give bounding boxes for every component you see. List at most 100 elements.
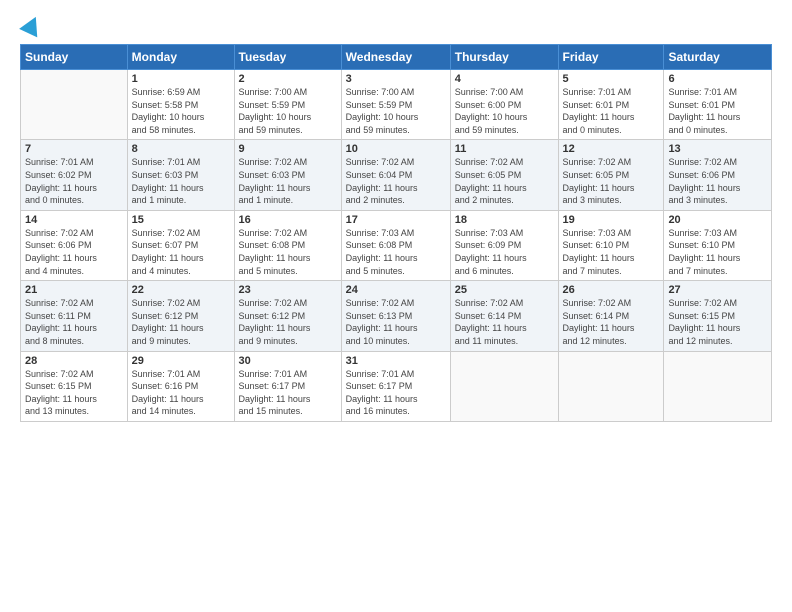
calendar-week-row: 1Sunrise: 6:59 AM Sunset: 5:58 PM Daylig… — [21, 70, 772, 140]
calendar-header-saturday: Saturday — [664, 45, 772, 70]
day-number: 9 — [239, 143, 337, 155]
table-row: 3Sunrise: 7:00 AM Sunset: 5:59 PM Daylig… — [341, 70, 450, 140]
table-row: 10Sunrise: 7:02 AM Sunset: 6:04 PM Dayli… — [341, 140, 450, 210]
table-row: 18Sunrise: 7:03 AM Sunset: 6:09 PM Dayli… — [450, 210, 558, 280]
day-info: Sunrise: 7:00 AM Sunset: 5:59 PM Dayligh… — [239, 86, 337, 136]
day-number: 23 — [239, 284, 337, 296]
day-number: 21 — [25, 284, 123, 296]
day-number: 25 — [455, 284, 554, 296]
day-number: 16 — [239, 214, 337, 226]
table-row: 13Sunrise: 7:02 AM Sunset: 6:06 PM Dayli… — [664, 140, 772, 210]
day-info: Sunrise: 7:00 AM Sunset: 6:00 PM Dayligh… — [455, 86, 554, 136]
table-row: 25Sunrise: 7:02 AM Sunset: 6:14 PM Dayli… — [450, 281, 558, 351]
day-info: Sunrise: 7:01 AM Sunset: 6:01 PM Dayligh… — [668, 86, 767, 136]
table-row: 6Sunrise: 7:01 AM Sunset: 6:01 PM Daylig… — [664, 70, 772, 140]
day-info: Sunrise: 7:02 AM Sunset: 6:05 PM Dayligh… — [563, 156, 660, 206]
table-row: 14Sunrise: 7:02 AM Sunset: 6:06 PM Dayli… — [21, 210, 128, 280]
day-number: 28 — [25, 355, 123, 367]
table-row: 8Sunrise: 7:01 AM Sunset: 6:03 PM Daylig… — [127, 140, 234, 210]
day-number: 19 — [563, 214, 660, 226]
day-number: 22 — [132, 284, 230, 296]
day-info: Sunrise: 7:01 AM Sunset: 6:16 PM Dayligh… — [132, 368, 230, 418]
day-number: 27 — [668, 284, 767, 296]
day-number: 3 — [346, 73, 446, 85]
day-info: Sunrise: 7:01 AM Sunset: 6:17 PM Dayligh… — [346, 368, 446, 418]
day-info: Sunrise: 7:02 AM Sunset: 6:14 PM Dayligh… — [455, 297, 554, 347]
table-row: 19Sunrise: 7:03 AM Sunset: 6:10 PM Dayli… — [558, 210, 664, 280]
day-info: Sunrise: 7:02 AM Sunset: 6:15 PM Dayligh… — [668, 297, 767, 347]
calendar-header-friday: Friday — [558, 45, 664, 70]
table-row: 2Sunrise: 7:00 AM Sunset: 5:59 PM Daylig… — [234, 70, 341, 140]
table-row — [21, 70, 128, 140]
table-row: 24Sunrise: 7:02 AM Sunset: 6:13 PM Dayli… — [341, 281, 450, 351]
day-number: 31 — [346, 355, 446, 367]
header — [20, 16, 772, 34]
table-row: 16Sunrise: 7:02 AM Sunset: 6:08 PM Dayli… — [234, 210, 341, 280]
table-row: 5Sunrise: 7:01 AM Sunset: 6:01 PM Daylig… — [558, 70, 664, 140]
day-info: Sunrise: 7:02 AM Sunset: 6:07 PM Dayligh… — [132, 227, 230, 277]
day-number: 30 — [239, 355, 337, 367]
calendar-header-row: SundayMondayTuesdayWednesdayThursdayFrid… — [21, 45, 772, 70]
calendar-header-monday: Monday — [127, 45, 234, 70]
day-info: Sunrise: 7:02 AM Sunset: 6:14 PM Dayligh… — [563, 297, 660, 347]
table-row: 27Sunrise: 7:02 AM Sunset: 6:15 PM Dayli… — [664, 281, 772, 351]
day-info: Sunrise: 7:01 AM Sunset: 6:03 PM Dayligh… — [132, 156, 230, 206]
day-info: Sunrise: 7:02 AM Sunset: 6:08 PM Dayligh… — [239, 227, 337, 277]
day-info: Sunrise: 7:02 AM Sunset: 6:15 PM Dayligh… — [25, 368, 123, 418]
day-number: 20 — [668, 214, 767, 226]
table-row: 21Sunrise: 7:02 AM Sunset: 6:11 PM Dayli… — [21, 281, 128, 351]
logo-triangle-icon — [19, 13, 45, 38]
day-number: 12 — [563, 143, 660, 155]
table-row: 11Sunrise: 7:02 AM Sunset: 6:05 PM Dayli… — [450, 140, 558, 210]
day-info: Sunrise: 7:01 AM Sunset: 6:01 PM Dayligh… — [563, 86, 660, 136]
day-number: 5 — [563, 73, 660, 85]
calendar-week-row: 21Sunrise: 7:02 AM Sunset: 6:11 PM Dayli… — [21, 281, 772, 351]
table-row: 4Sunrise: 7:00 AM Sunset: 6:00 PM Daylig… — [450, 70, 558, 140]
table-row: 12Sunrise: 7:02 AM Sunset: 6:05 PM Dayli… — [558, 140, 664, 210]
calendar-week-row: 28Sunrise: 7:02 AM Sunset: 6:15 PM Dayli… — [21, 351, 772, 421]
table-row: 17Sunrise: 7:03 AM Sunset: 6:08 PM Dayli… — [341, 210, 450, 280]
table-row — [664, 351, 772, 421]
day-number: 8 — [132, 143, 230, 155]
logo — [20, 16, 42, 34]
day-info: Sunrise: 7:03 AM Sunset: 6:10 PM Dayligh… — [668, 227, 767, 277]
calendar-week-row: 7Sunrise: 7:01 AM Sunset: 6:02 PM Daylig… — [21, 140, 772, 210]
table-row: 15Sunrise: 7:02 AM Sunset: 6:07 PM Dayli… — [127, 210, 234, 280]
day-number: 2 — [239, 73, 337, 85]
table-row: 29Sunrise: 7:01 AM Sunset: 6:16 PM Dayli… — [127, 351, 234, 421]
table-row: 22Sunrise: 7:02 AM Sunset: 6:12 PM Dayli… — [127, 281, 234, 351]
day-info: Sunrise: 7:01 AM Sunset: 6:02 PM Dayligh… — [25, 156, 123, 206]
calendar-header-wednesday: Wednesday — [341, 45, 450, 70]
calendar-table: SundayMondayTuesdayWednesdayThursdayFrid… — [20, 44, 772, 422]
day-number: 10 — [346, 143, 446, 155]
day-number: 4 — [455, 73, 554, 85]
day-info: Sunrise: 7:02 AM Sunset: 6:13 PM Dayligh… — [346, 297, 446, 347]
day-info: Sunrise: 7:03 AM Sunset: 6:08 PM Dayligh… — [346, 227, 446, 277]
day-number: 11 — [455, 143, 554, 155]
calendar-week-row: 14Sunrise: 7:02 AM Sunset: 6:06 PM Dayli… — [21, 210, 772, 280]
table-row: 28Sunrise: 7:02 AM Sunset: 6:15 PM Dayli… — [21, 351, 128, 421]
table-row — [450, 351, 558, 421]
day-number: 6 — [668, 73, 767, 85]
table-row: 7Sunrise: 7:01 AM Sunset: 6:02 PM Daylig… — [21, 140, 128, 210]
day-info: Sunrise: 7:03 AM Sunset: 6:10 PM Dayligh… — [563, 227, 660, 277]
day-info: Sunrise: 7:00 AM Sunset: 5:59 PM Dayligh… — [346, 86, 446, 136]
day-number: 29 — [132, 355, 230, 367]
day-info: Sunrise: 7:02 AM Sunset: 6:04 PM Dayligh… — [346, 156, 446, 206]
calendar-header-sunday: Sunday — [21, 45, 128, 70]
table-row — [558, 351, 664, 421]
day-info: Sunrise: 7:02 AM Sunset: 6:12 PM Dayligh… — [132, 297, 230, 347]
day-info: Sunrise: 7:02 AM Sunset: 6:12 PM Dayligh… — [239, 297, 337, 347]
day-info: Sunrise: 7:02 AM Sunset: 6:03 PM Dayligh… — [239, 156, 337, 206]
day-number: 7 — [25, 143, 123, 155]
table-row: 1Sunrise: 6:59 AM Sunset: 5:58 PM Daylig… — [127, 70, 234, 140]
day-info: Sunrise: 7:02 AM Sunset: 6:11 PM Dayligh… — [25, 297, 123, 347]
day-info: Sunrise: 7:02 AM Sunset: 6:06 PM Dayligh… — [668, 156, 767, 206]
day-info: Sunrise: 7:01 AM Sunset: 6:17 PM Dayligh… — [239, 368, 337, 418]
day-number: 18 — [455, 214, 554, 226]
page: SundayMondayTuesdayWednesdayThursdayFrid… — [0, 0, 792, 612]
table-row: 23Sunrise: 7:02 AM Sunset: 6:12 PM Dayli… — [234, 281, 341, 351]
day-number: 26 — [563, 284, 660, 296]
day-number: 1 — [132, 73, 230, 85]
table-row: 20Sunrise: 7:03 AM Sunset: 6:10 PM Dayli… — [664, 210, 772, 280]
